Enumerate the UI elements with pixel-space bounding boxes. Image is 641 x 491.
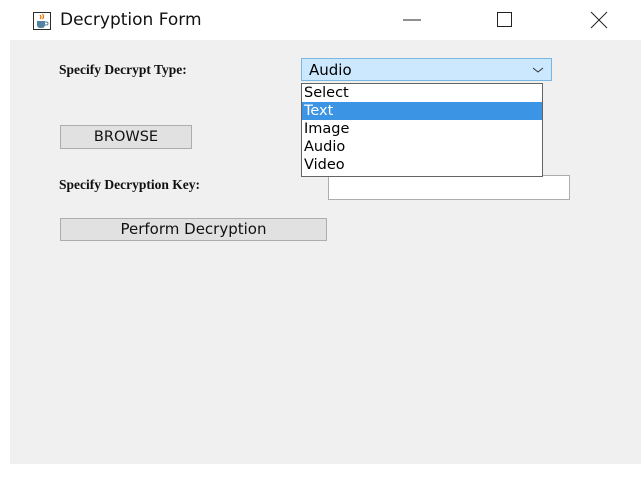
java-cup-icon [33, 12, 51, 30]
browse-button[interactable]: BROWSE [60, 125, 192, 149]
dropdown-option-text[interactable]: Text [302, 102, 542, 120]
minimize-icon[interactable] [398, 8, 426, 32]
dropdown-option-select[interactable]: Select [302, 84, 542, 102]
form-panel: Specify Decrypt Type: Audio BROWSE Speci… [10, 40, 641, 464]
dropdown-option-image[interactable]: Image [302, 120, 542, 138]
decryption-key-input[interactable] [328, 175, 570, 200]
title-bar[interactable]: Decryption Form [0, 0, 641, 40]
maximize-icon[interactable] [490, 8, 518, 32]
perform-decryption-button[interactable]: Perform Decryption [60, 218, 327, 241]
chevron-down-icon[interactable] [532, 66, 544, 74]
decrypt-type-dropdown[interactable]: Select Text Image Audio Video [301, 83, 543, 177]
dropdown-option-audio[interactable]: Audio [302, 138, 542, 156]
decryption-key-label: Specify Decryption Key: [59, 177, 200, 192]
window-title: Decryption Form [60, 10, 202, 30]
decrypt-type-selected: Audio [309, 61, 352, 79]
decrypt-type-combobox[interactable]: Audio [301, 58, 552, 81]
dropdown-option-video[interactable]: Video [302, 156, 542, 174]
close-icon[interactable] [585, 8, 613, 32]
decrypt-type-label: Specify Decrypt Type: [59, 62, 187, 77]
